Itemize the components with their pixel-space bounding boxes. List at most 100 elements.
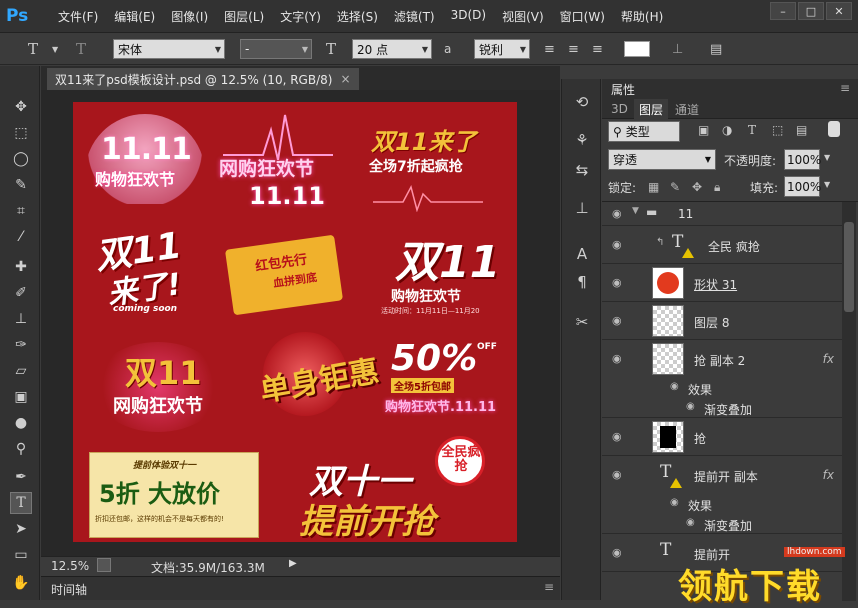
chevron-down-icon[interactable]: ▼ xyxy=(632,206,639,216)
eye-icon[interactable]: ◉ xyxy=(612,207,622,220)
crop-tool-icon[interactable]: ⌗ xyxy=(10,200,32,222)
effects-row[interactable]: ◉ 效果 xyxy=(602,494,842,514)
text-tool-preset-icon[interactable]: T xyxy=(28,39,38,59)
eye-icon[interactable]: ◉ xyxy=(686,401,695,412)
adjustments-icon[interactable]: ⇆ xyxy=(571,159,593,181)
menu-view[interactable]: 视图(V) xyxy=(494,8,552,25)
lock-all-icon[interactable]: 🔒︎ xyxy=(714,180,720,195)
lock-pixels-icon[interactable]: ✎ xyxy=(670,180,680,194)
move-tool-icon[interactable]: ✥ xyxy=(10,96,32,118)
document-tab[interactable]: 双11来了psd模板设计.psd @ 12.5% (10, RGB/8) × xyxy=(47,68,359,90)
layer-qiang[interactable]: ◉ 抢 xyxy=(602,418,842,456)
brush-tool-icon[interactable]: ✐ xyxy=(10,282,32,304)
menu-file[interactable]: 文件(F) xyxy=(50,8,106,25)
menu-edit[interactable]: 编辑(E) xyxy=(106,8,163,25)
tab-layers[interactable]: 图层 xyxy=(634,99,669,119)
warp-text-icon[interactable]: ⊥ xyxy=(672,39,683,59)
eye-icon[interactable]: ◉ xyxy=(612,238,622,251)
healing-brush-tool-icon[interactable]: ✚ xyxy=(10,256,32,278)
fx-icon[interactable]: fx xyxy=(823,468,834,482)
share-icon[interactable] xyxy=(97,558,111,572)
lock-position-icon[interactable]: ✥ xyxy=(692,180,702,194)
layer-shape-31[interactable]: ◉ 形状 31 xyxy=(602,264,842,302)
fx-icon[interactable]: fx xyxy=(823,352,834,366)
panel-menu-icon[interactable]: ≡ xyxy=(544,580,554,594)
eye-icon[interactable]: ◉ xyxy=(612,276,622,289)
align-center-icon[interactable]: ≡ xyxy=(568,39,579,59)
panel-menu-icon[interactable]: ≡ xyxy=(840,81,850,95)
filter-shape-icon[interactable]: ⬚ xyxy=(772,123,783,137)
preset-dropdown-icon[interactable]: ▼ xyxy=(52,39,58,59)
brush-preset-icon[interactable]: ⚘ xyxy=(571,129,593,151)
tool-presets-icon[interactable]: ✂ xyxy=(571,311,593,333)
gradient-overlay-row[interactable]: ◉ 渐变叠加 xyxy=(602,514,842,534)
menu-3d[interactable]: 3D(D) xyxy=(443,8,494,25)
lock-transparent-icon[interactable]: ▦ xyxy=(648,180,659,194)
layer-tiqiankai-copy[interactable]: ◉ T 提前开 副本 fx xyxy=(602,456,842,494)
marquee-tool-icon[interactable]: ⬚ xyxy=(10,122,32,144)
menu-window[interactable]: 窗口(W) xyxy=(552,8,613,25)
properties-tab[interactable]: 属性 xyxy=(606,79,640,99)
character-panel-icon[interactable]: ▤ xyxy=(710,39,722,59)
menu-help[interactable]: 帮助(H) xyxy=(613,8,671,25)
clone-stamp-tool-icon[interactable]: ⊥ xyxy=(10,308,32,330)
pen-tool-icon[interactable]: ✒ xyxy=(10,466,32,488)
blur-tool-icon[interactable]: ● xyxy=(10,412,32,434)
filter-toggle[interactable] xyxy=(828,121,840,137)
tab-3d[interactable]: 3D xyxy=(606,99,633,119)
font-size-select[interactable]: 20 点 ▼ xyxy=(352,39,432,59)
eye-icon[interactable]: ◉ xyxy=(612,546,622,559)
lasso-tool-icon[interactable]: ◯ xyxy=(10,148,32,170)
layer-qiang-copy2[interactable]: ◉ 抢 副本 2 fx xyxy=(602,340,842,378)
align-right-icon[interactable]: ≡ xyxy=(592,39,603,59)
text-color-swatch[interactable] xyxy=(624,41,650,57)
eye-icon[interactable]: ◉ xyxy=(612,352,622,365)
opacity-input[interactable]: 100% xyxy=(784,149,821,170)
document-canvas[interactable]: 11.11 购物狂欢节 网购狂欢节 11.11 双11来了 全场7折起疯抢 双1… xyxy=(73,102,517,542)
eye-icon[interactable]: ◉ xyxy=(686,517,695,528)
status-arrow-icon[interactable]: ▶ xyxy=(289,558,297,569)
layer-text-quanmin[interactable]: ◉ ↰ T 全民 疯抢 xyxy=(602,226,842,264)
paragraph-icon[interactable]: ¶ xyxy=(571,271,593,293)
fill-input[interactable]: 100% xyxy=(784,176,821,197)
scrollbar-thumb[interactable] xyxy=(844,222,854,312)
menu-filter[interactable]: 滤镜(T) xyxy=(386,8,443,25)
text-orientation-icon[interactable]: T xyxy=(76,39,86,59)
font-family-select[interactable]: 宋体 ▼ xyxy=(113,39,225,59)
layer-group-11[interactable]: ◉ ▼ ▬ 11 xyxy=(602,202,842,226)
menu-type[interactable]: 文字(Y) xyxy=(272,8,329,25)
eraser-tool-icon[interactable]: ▱ xyxy=(10,360,32,382)
align-left-icon[interactable]: ≡ xyxy=(544,39,555,59)
quick-select-tool-icon[interactable]: ✎ xyxy=(10,174,32,196)
gradient-overlay-row[interactable]: ◉ 渐变叠加 xyxy=(602,398,842,418)
filter-pixel-icon[interactable]: ▣ xyxy=(698,123,709,137)
dodge-tool-icon[interactable]: ⚲ xyxy=(10,438,32,460)
filter-type-icon[interactable]: T xyxy=(748,123,756,137)
menu-select[interactable]: 选择(S) xyxy=(329,8,386,25)
rectangle-tool-icon[interactable]: ▭ xyxy=(10,544,32,566)
minimize-button[interactable]: – xyxy=(770,2,796,20)
canvas-area[interactable]: 11.11 购物狂欢节 网购狂欢节 11.11 双11来了 全场7折起疯抢 双1… xyxy=(41,90,560,556)
eyedropper-tool-icon[interactable]: ⁄ xyxy=(10,226,32,248)
type-tool-icon[interactable]: T xyxy=(10,492,32,514)
gradient-tool-icon[interactable]: ▣ xyxy=(10,386,32,408)
eye-icon[interactable]: ◉ xyxy=(612,468,622,481)
effects-row[interactable]: ◉ 效果 xyxy=(602,378,842,398)
filter-adjust-icon[interactable]: ◑ xyxy=(722,123,732,137)
filter-smart-icon[interactable]: ▤ xyxy=(796,123,807,137)
close-tab-icon[interactable]: × xyxy=(340,72,350,86)
timeline-tab[interactable]: 时间轴 xyxy=(51,581,87,598)
menu-image[interactable]: 图像(I) xyxy=(163,8,216,25)
opacity-chevron-icon[interactable]: ▼ xyxy=(824,153,830,162)
history-icon[interactable]: ⟲ xyxy=(571,91,593,113)
restore-button[interactable]: □ xyxy=(798,2,824,20)
close-button[interactable]: ✕ xyxy=(826,2,852,20)
fill-chevron-icon[interactable]: ▼ xyxy=(824,180,830,189)
layer-filter-select[interactable]: ⚲ 类型 xyxy=(608,121,680,142)
eye-icon[interactable]: ◉ xyxy=(612,430,622,443)
antialias-select[interactable]: 锐利 ▼ xyxy=(474,39,530,59)
menu-layer[interactable]: 图层(L) xyxy=(216,8,272,25)
eye-icon[interactable]: ◉ xyxy=(612,314,622,327)
clone-source-icon[interactable]: ⊥ xyxy=(571,197,593,219)
hand-tool-icon[interactable]: ✋ xyxy=(10,572,32,594)
